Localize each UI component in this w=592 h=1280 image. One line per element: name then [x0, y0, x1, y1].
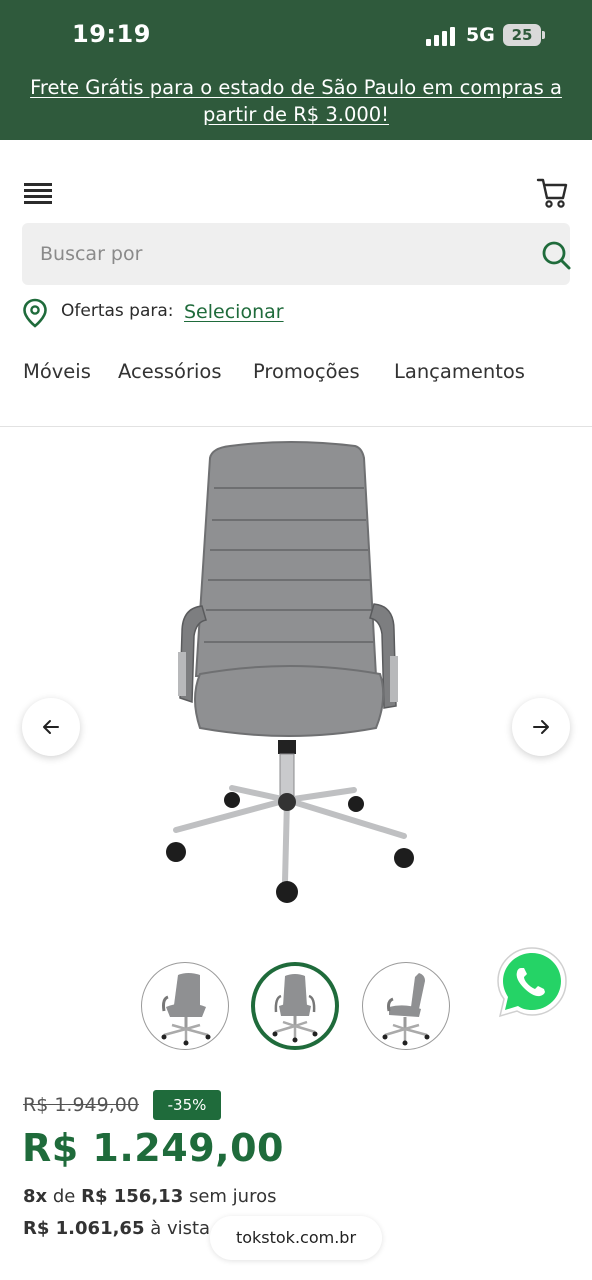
- installments-value: R$ 156,13: [81, 1186, 184, 1207]
- installments-suffix: sem juros: [188, 1186, 277, 1207]
- category-nav: Móveis Acessórios Promoções Lançamentos: [0, 360, 592, 390]
- free-shipping-banner[interactable]: Frete Grátis para o estado de São Paulo …: [10, 74, 582, 128]
- search-icon[interactable]: [540, 239, 572, 271]
- whatsapp-button[interactable]: [494, 944, 570, 1020]
- current-price: R$ 1.249,00: [22, 1126, 284, 1170]
- old-price: R$ 1.949,00: [23, 1094, 139, 1116]
- whatsapp-icon: [497, 947, 567, 1018]
- hamburger-menu-icon[interactable]: [24, 182, 54, 204]
- category-acessorios[interactable]: Acessórios: [118, 360, 222, 383]
- network-type: 5G: [466, 24, 495, 46]
- installments-of: de: [52, 1186, 76, 1207]
- installments-info: 8x de R$ 156,13 sem juros: [23, 1186, 276, 1207]
- category-moveis[interactable]: Móveis: [23, 360, 91, 383]
- thumbnail-chair-angled[interactable]: [141, 962, 229, 1050]
- product-image[interactable]: [140, 436, 440, 916]
- discount-badge: -35%: [153, 1090, 221, 1120]
- status-time: 19:19: [72, 20, 151, 48]
- map-pin-icon: [22, 298, 48, 328]
- cash-suffix: à vista: [150, 1218, 211, 1239]
- gallery-prev-button[interactable]: [22, 698, 80, 756]
- select-location-link[interactable]: Selecionar: [184, 301, 284, 323]
- thumbnail-chair-front[interactable]: [251, 962, 339, 1050]
- battery-icon: 25: [503, 24, 545, 46]
- installments-count: 8x: [23, 1186, 48, 1207]
- search-bar: [22, 223, 572, 285]
- arrow-right-icon: [533, 720, 549, 734]
- category-promocoes[interactable]: Promoções: [253, 360, 360, 383]
- battery-level: 25: [511, 26, 533, 44]
- status-bar: 19:19 5G 25: [0, 0, 592, 70]
- shopping-cart-icon[interactable]: [536, 176, 570, 210]
- thumbnail-chair-side[interactable]: [362, 962, 450, 1050]
- arrow-left-icon: [43, 720, 59, 734]
- gallery-next-button[interactable]: [512, 698, 570, 756]
- browser-url-pill[interactable]: tokstok.com.br: [210, 1216, 382, 1260]
- category-lancamentos[interactable]: Lançamentos: [394, 360, 525, 383]
- cash-price-info: R$ 1.061,65 à vista: [23, 1218, 210, 1239]
- header-divider: [0, 426, 592, 427]
- cash-value: R$ 1.061,65: [23, 1218, 145, 1239]
- search-input[interactable]: [22, 223, 502, 285]
- signal-icon: [426, 26, 458, 46]
- offers-label: Ofertas para:: [61, 301, 174, 321]
